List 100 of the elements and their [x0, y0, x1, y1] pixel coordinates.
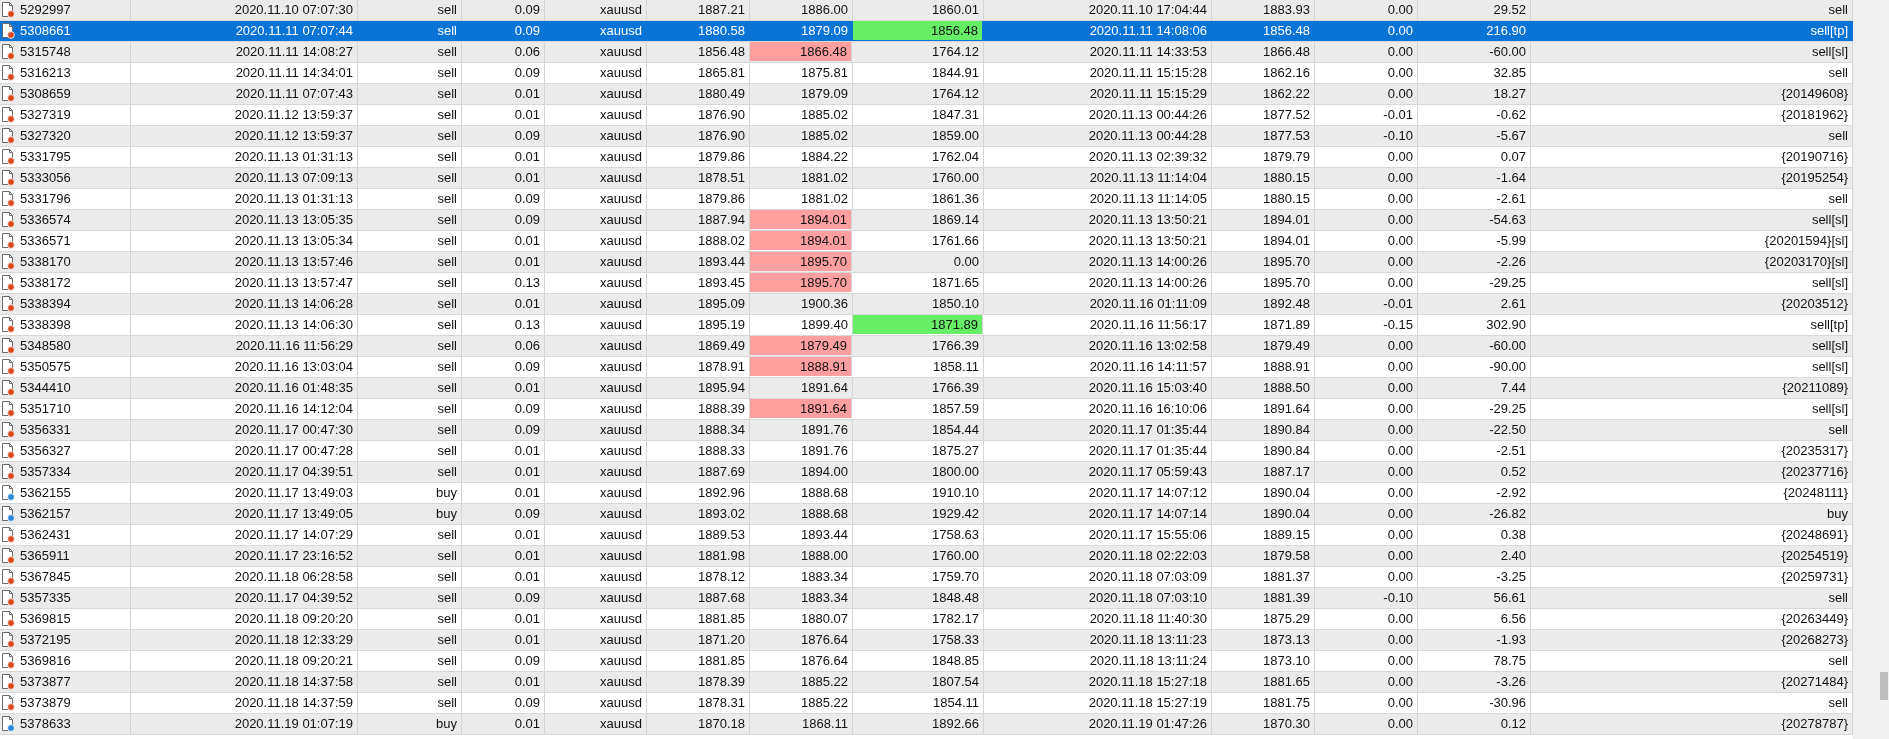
table-cell: 1883.93	[1212, 0, 1315, 20]
table-cell: xauusd	[545, 693, 647, 713]
table-cell: xauusd	[545, 231, 647, 251]
table-cell: xauusd	[545, 147, 647, 167]
table-cell: 2020.11.10 17:04:44	[984, 0, 1212, 20]
table-cell: 1885.02	[750, 126, 853, 146]
table-cell: 0.00	[1315, 147, 1418, 167]
table-cell: 1848.85	[853, 651, 984, 671]
table-cell: -54.63	[1418, 210, 1531, 230]
table-cell: -26.82	[1418, 504, 1531, 524]
table-cell: -1.93	[1418, 630, 1531, 650]
scrollbar[interactable]	[1853, 0, 1889, 739]
table-cell: 1888.34	[647, 420, 750, 440]
table-cell: 0.09	[462, 126, 545, 146]
table-cell: sell	[358, 336, 462, 356]
table-cell: 1881.75	[1212, 693, 1315, 713]
table-cell: xauusd	[545, 210, 647, 230]
table-cell: 1876.90	[647, 126, 750, 146]
table-cell: 2020.11.16 14:12:04	[131, 399, 358, 419]
table-cell: sell	[358, 567, 462, 587]
table-cell-text: 5357334	[20, 463, 71, 481]
table-cell: xauusd	[545, 462, 647, 482]
table-cell-text: 5338172	[20, 274, 71, 292]
table-cell: 1888.91	[750, 357, 852, 376]
table-cell: 2020.11.16 16:10:06	[984, 399, 1212, 419]
selected-row[interactable]: 5308661 2020.11.11 07:07:44 sell 0.09 xauusd 1880.58 1879.09 1856.48 2020.11.11 14:08:06 1856.48 0.00 216.90 sell[tp]	[0, 21, 1853, 42]
table-cell: 1850.10	[853, 294, 984, 314]
table-cell: xauusd	[545, 126, 647, 146]
table-cell: 2020.11.13 13:05:34	[131, 231, 358, 251]
table-cell: 1880.49	[647, 84, 750, 104]
table-cell: 2020.11.19 01:07:19	[131, 714, 358, 734]
table-cell: 0.00	[1315, 504, 1418, 524]
table-cell: 1854.11	[853, 693, 984, 713]
table-cell: 1856.48	[1212, 21, 1315, 41]
table-cell: 1860.01	[853, 0, 984, 20]
table-cell: 2020.11.11 14:08:27	[131, 42, 358, 62]
table-cell: xauusd	[545, 273, 647, 293]
table-cell: 1890.84	[1212, 441, 1315, 461]
table-cell: 1870.30	[1212, 714, 1315, 734]
table-cell: 0.00	[1315, 42, 1418, 62]
table-cell: xauusd	[545, 189, 647, 209]
table-cell: 2.61	[1418, 294, 1531, 314]
table-cell-text: 5356331	[20, 421, 71, 439]
table-cell-text: 5372195	[20, 631, 71, 649]
table-cell: 1881.39	[1212, 588, 1315, 608]
table-cell: 2020.11.12 13:59:37	[131, 105, 358, 125]
table-cell-text: 5373879	[20, 694, 71, 712]
table-cell: 0.13	[462, 273, 545, 293]
table-cell: 1869.14	[853, 210, 984, 230]
table-cell: 0.09	[462, 21, 545, 41]
table-cell-text: 5333056	[20, 169, 71, 187]
table-cell-text: 5308661	[20, 22, 71, 40]
table-cell: 1885.22	[750, 672, 853, 692]
table-cell: sell	[358, 210, 462, 230]
table-cell: 0.00	[1315, 567, 1418, 587]
table-cell: 2020.11.13 14:00:26	[984, 252, 1212, 272]
table-cell: 7.44	[1418, 378, 1531, 398]
table-cell: sell	[358, 168, 462, 188]
table-cell: 0.00	[1315, 399, 1418, 419]
table-cell: -5.67	[1418, 126, 1531, 146]
table-cell: 1885.02	[750, 105, 853, 125]
table-cell: 1887.21	[647, 0, 750, 20]
table-cell-text: 5365911	[20, 547, 70, 565]
table-cell: 1883.34	[750, 588, 853, 608]
table-cell: 0.09	[462, 693, 545, 713]
table-cell-text: 5331796	[20, 190, 71, 208]
table-cell: 2020.11.17 15:55:06	[984, 525, 1212, 545]
table-cell: xauusd	[545, 0, 647, 20]
table-cell: 1879.86	[647, 189, 750, 209]
table-cell: 0.01	[462, 252, 545, 272]
table-cell: 0.13	[462, 315, 545, 335]
table-cell: 1858.11	[853, 357, 984, 377]
table-cell: 0.00	[1315, 21, 1418, 41]
table-cell: 2020.11.11 14:08:06	[984, 21, 1212, 41]
table-cell-text: 5348580	[20, 337, 71, 355]
table-cell: 1889.53	[647, 525, 750, 545]
table-cell-text: 5331795	[20, 148, 71, 166]
table-cell: 1892.66	[853, 714, 984, 734]
table-cell: 0.00	[1315, 546, 1418, 566]
table-cell: 1886.00	[750, 0, 853, 20]
table-cell: sell	[358, 252, 462, 272]
table-cell: 0.00	[1315, 378, 1418, 398]
table-cell: 1894.01	[750, 210, 852, 229]
table-cell: 0.00	[1315, 231, 1418, 251]
table-cell: 0.00	[1315, 357, 1418, 377]
scrollbar-thumb[interactable]	[1880, 672, 1888, 700]
table-cell: 0.01	[462, 147, 545, 167]
table-cell: 2020.11.11 14:34:01	[131, 63, 358, 83]
table-cell: 2020.11.17 14:07:29	[131, 525, 358, 545]
table-cell: 2020.11.17 04:39:52	[131, 588, 358, 608]
table-cell: -0.62	[1418, 105, 1531, 125]
table-cell: 2020.11.17 00:47:28	[131, 441, 358, 461]
table-cell: 2020.11.16 11:56:29	[131, 336, 358, 356]
table-cell: 1891.76	[750, 441, 853, 461]
table-cell: 0.00	[1315, 651, 1418, 671]
table-cell-text: 5362431	[20, 526, 71, 544]
table-cell: 2020.11.11 07:07:43	[131, 84, 358, 104]
table-cell: 0.01	[462, 546, 545, 566]
table-cell: 1871.20	[647, 630, 750, 650]
table-cell: 0.00	[853, 252, 984, 272]
